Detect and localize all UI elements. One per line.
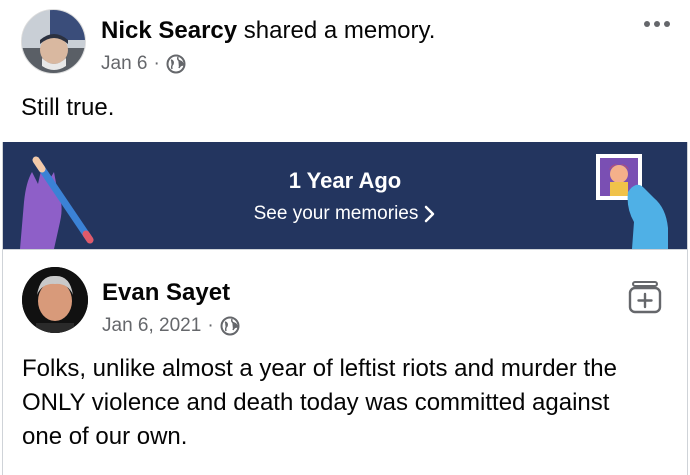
- post-date[interactable]: Jan 6: [101, 51, 147, 77]
- globe-icon: [220, 316, 240, 336]
- shared-author-avatar[interactable]: [22, 267, 88, 333]
- archive-add-icon: [628, 281, 662, 314]
- shared-post-text-line: ONLY violence and death today was commit…: [22, 389, 610, 416]
- chevron-right-icon: [425, 205, 435, 223]
- author-name[interactable]: Nick Searcy: [101, 17, 237, 44]
- globe-icon: [166, 54, 186, 74]
- banner-title: 1 Year Ago: [288, 168, 402, 193]
- avatar-photo: [22, 267, 88, 333]
- post-meta: Jan 6 ·: [101, 51, 186, 77]
- shared-card-border-right: [687, 142, 688, 475]
- avatar-photo: [22, 10, 85, 73]
- archive-add-button[interactable]: [627, 279, 663, 315]
- shared-post-text-line: one of our own.: [22, 423, 188, 450]
- post-text: Still true.: [21, 94, 115, 121]
- more-horizontal-icon: [644, 21, 650, 27]
- see-memories-label: See your memories: [253, 203, 419, 224]
- shared-post-text-line: Folks, unlike almost a year of leftist r…: [22, 355, 617, 382]
- shared-post-text: Folks, unlike almost a year of leftist r…: [22, 352, 682, 454]
- shared-card-border-left: [2, 142, 3, 475]
- meta-separator: ·: [207, 315, 214, 336]
- more-options-button[interactable]: [640, 12, 674, 36]
- shared-post-date[interactable]: Jan 6, 2021: [102, 313, 201, 339]
- post-header-line: Nick Searcy shared a memory.: [101, 15, 435, 47]
- see-memories-link[interactable]: See your memories: [2, 201, 688, 227]
- memory-banner[interactable]: 1 Year Ago See your memories: [2, 142, 688, 249]
- author-avatar[interactable]: [21, 9, 86, 74]
- hand-pencil-illustration: [20, 156, 94, 249]
- post-action-text: shared a memory.: [243, 17, 436, 44]
- hand-photo-illustration: [596, 154, 668, 249]
- shared-author-name[interactable]: Evan Sayet: [102, 277, 230, 309]
- meta-separator: ·: [153, 53, 160, 74]
- shared-post-meta: Jan 6, 2021 ·: [102, 313, 240, 339]
- banner-divider: [2, 249, 688, 250]
